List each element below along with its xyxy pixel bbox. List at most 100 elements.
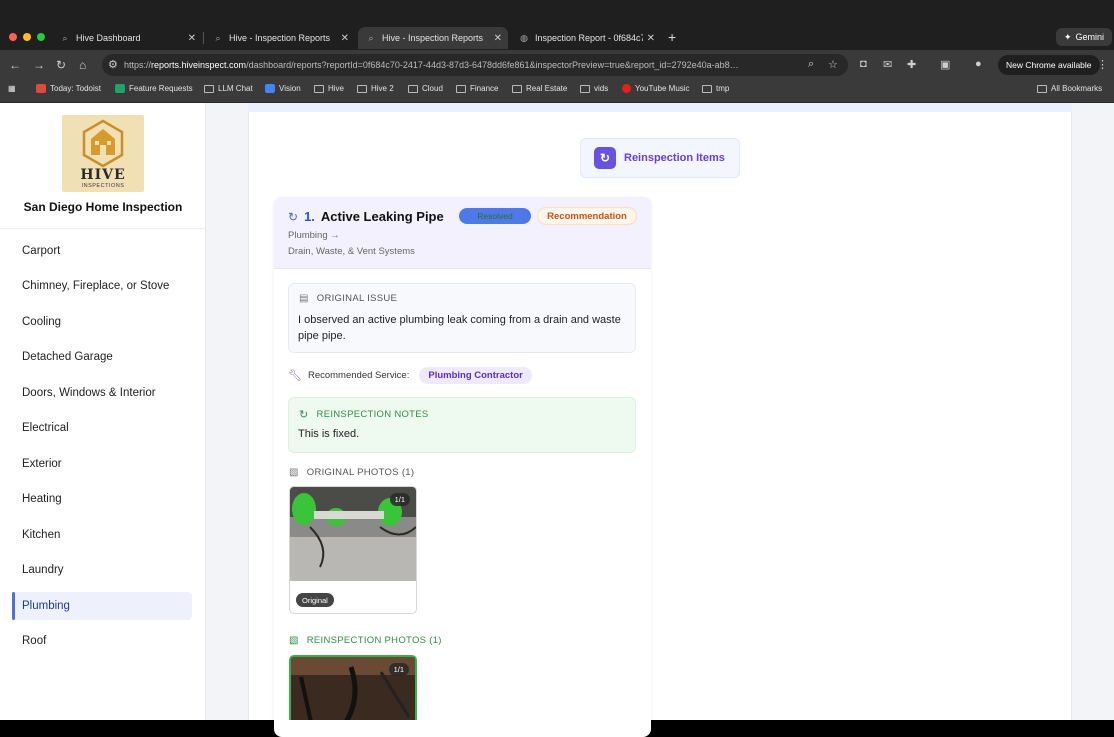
sidebar-item-electrical[interactable]: Electrical [12,414,192,442]
new-tab-button[interactable]: + [668,29,676,45]
side-panel-icon[interactable]: ▣ [940,58,950,71]
sidebar-item-laundry[interactable]: Laundry [12,556,192,584]
item-title-row: ↻ 1. Active Leaking Pipe [288,209,444,224]
refresh-icon: ↻ [594,147,616,169]
reinspection-photos-label: REINSPECTION PHOTOS (1) [306,635,442,646]
reinspection-notes-text: This is fixed. [298,428,360,440]
bookmark-hive-2[interactable]: Hive 2 [357,84,394,93]
new-chrome-available-button[interactable]: New Chrome available [998,55,1100,75]
sidebar-item-plumbing[interactable]: Plumbing [12,592,192,620]
todoist-icon [36,84,46,93]
close-tab-icon[interactable]: ✕ [494,33,502,44]
close-tab-icon[interactable]: ✕ [647,33,655,44]
original-photo-count: 1/1 [389,493,410,506]
bookmark-youtube-music[interactable]: YouTube Music [622,84,690,93]
recommended-service-pill: Plumbing Contractor [419,367,532,384]
reinspection-photo[interactable]: 1/1 [289,655,417,720]
forward-icon[interactable]: → [33,58,45,72]
bookmark-star-icon[interactable]: ☆ [828,58,838,71]
recommended-service-label: Recommended Service: [307,370,410,381]
bookmark-label: Finance [470,84,499,93]
wrench-icon: 🔧︎ [288,370,302,382]
sidebar: HIVE INSPECTIONS San Diego Home Inspecti… [0,103,206,720]
bookmark-todoist[interactable]: Today: Todoist [36,84,101,93]
resolved-badge: Resolved [459,208,531,224]
bookmark-label: YouTube Music [635,84,690,93]
camera-icon[interactable]: ◘ [860,58,867,70]
site-info-icon[interactable]: ⚙ [108,58,118,71]
item-number: 1. [304,209,315,224]
tab-label: Hive - Inspection Reports [382,33,484,43]
original-photo[interactable]: 1/1 Original [289,486,417,614]
original-issue-header: ▤ ORIGINAL ISSUE [299,293,397,304]
reload-icon[interactable]: ↻ [56,58,66,72]
docs-icon [265,84,275,93]
bookmark-hive[interactable]: Hive [314,84,344,93]
sparkle-icon: ✦ [1064,31,1072,42]
sidebar-item-heating[interactable]: Heating [12,485,192,513]
refresh-icon: ↻ [288,209,299,224]
bookmark-vision[interactable]: Vision [265,84,301,93]
profile-avatar-icon[interactable]: ● [975,58,982,70]
bookmark-label: LLM Chat [218,84,253,93]
bookmark-label: Real Estate [526,84,568,93]
sidebar-item-doors-windows[interactable]: Doors, Windows & Interior [12,379,192,407]
address-bar[interactable]: https:// reports.hiveinspect.com /dashbo… [102,54,848,76]
bookmark-real-estate[interactable]: Real Estate [512,84,567,93]
tab-separator [203,32,204,44]
zoom-icon[interactable]: ⌕ [808,58,814,71]
reinspection-photos-header: ▧ REINSPECTION PHOTOS (1) [289,635,442,646]
tab-inspection-report[interactable]: ◍ Inspection Report - 0f684c7( ✕ [511,27,661,49]
original-photos-header: ▧ ORIGINAL PHOTOS (1) [289,467,414,478]
folder-icon [408,84,418,93]
search-icon: ⌕ [368,33,374,43]
original-photo-tag: Original [296,593,334,607]
tab-inspection-reports-1[interactable]: ⌕ Hive - Inspection Reports ✕ [205,27,355,49]
bookmark-feature-requests[interactable]: Feature Requests [115,84,193,93]
reinspection-photo-count: 1/1 [388,663,409,676]
back-icon[interactable]: ← [9,58,21,72]
maximize-window-button[interactable] [37,33,45,41]
extensions-icon[interactable]: ✚ [907,58,916,71]
sidebar-item-detached-garage[interactable]: Detached Garage [12,343,192,371]
recommended-service-row: 🔧︎ Recommended Service: Plumbing Contrac… [288,367,532,384]
apps-grid-icon[interactable]: ▦ [8,84,16,93]
bookmark-llm-chat[interactable]: LLM Chat [204,84,253,93]
sheets-icon [115,84,125,93]
gemini-button[interactable]: ✦ Gemini [1056,28,1113,46]
original-photos-label: ORIGINAL PHOTOS (1) [306,467,415,478]
tab-inspection-reports-2[interactable]: ⌕ Hive - Inspection Reports ✕ [358,27,508,49]
reinspection-notes-box [288,397,636,453]
sidebar-item-roof[interactable]: Roof [12,627,192,655]
sidebar-item-exterior[interactable]: Exterior [12,450,192,478]
menu-kebab-icon[interactable]: ⋮ [1097,58,1108,71]
minimize-window-button[interactable] [23,33,31,41]
item-category-path: Plumbing → [288,230,340,241]
reinspection-notes-label: REINSPECTION NOTES [316,409,429,420]
close-tab-icon[interactable]: ✕ [341,33,349,44]
youtube-music-icon [622,84,631,93]
bookmark-label: Hive [328,84,345,93]
tab-hive-dashboard[interactable]: ⌕ Hive Dashboard ✕ [52,27,202,49]
sidebar-item-cooling[interactable]: Cooling [12,308,192,336]
bookmark-label: Feature Requests [129,84,193,93]
mail-icon[interactable]: ✉ [883,58,892,71]
sidebar-item-kitchen[interactable]: Kitchen [12,521,192,549]
logo-wordmark: HIVE [80,167,126,183]
bookmark-tmp[interactable]: tmp [702,84,729,93]
bookmark-cloud[interactable]: Cloud [408,84,443,93]
bookmark-finance[interactable]: Finance [456,84,498,93]
close-window-button[interactable] [9,33,17,41]
bookmark-label: vids [594,84,609,93]
bookmark-vids[interactable]: vids [580,84,608,93]
folder-icon [357,84,367,93]
home-icon[interactable]: ⌂ [79,58,86,72]
item-title: Active Leaking Pipe [320,209,444,224]
recommendation-badge: Recommendation [537,207,637,225]
close-tab-icon[interactable]: ✕ [188,33,196,44]
bookmark-label: Hive 2 [371,84,394,93]
sidebar-item-chimney[interactable]: Chimney, Fireplace, or Stove [12,272,192,300]
gemini-label: Gemini [1075,32,1105,42]
sidebar-item-carport[interactable]: Carport [12,237,192,265]
all-bookmarks-button[interactable]: All Bookmarks [1037,84,1102,93]
